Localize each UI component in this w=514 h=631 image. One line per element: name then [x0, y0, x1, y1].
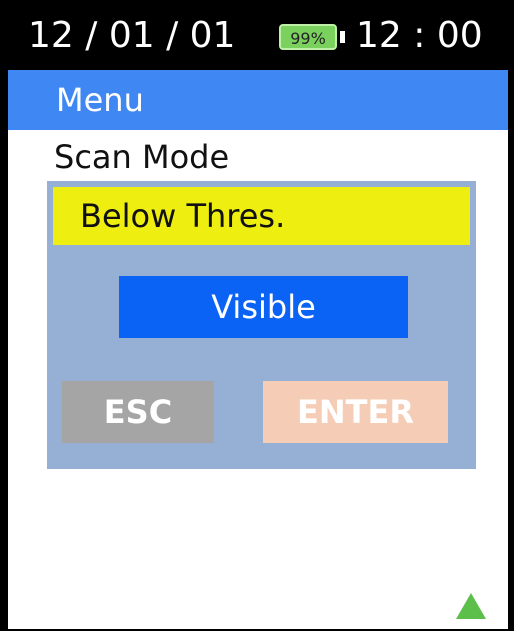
esc-button[interactable]: ESC	[62, 381, 214, 443]
device-screen: 12 / 01 / 01 99% 12 : 00 Menu Scan Mode …	[0, 0, 514, 631]
time-display: 12 : 00	[356, 15, 483, 56]
value-selector[interactable]: Visible	[119, 276, 408, 338]
menu-header: Menu	[8, 70, 508, 130]
menu-item-scan-mode[interactable]: Scan Mode	[54, 138, 229, 176]
battery-tip	[340, 31, 345, 43]
battery-icon: 99%	[279, 24, 337, 50]
triangle-up-icon[interactable]	[456, 593, 486, 619]
date-display: 12 / 01 / 01	[28, 15, 236, 56]
dialog-title: Below Thres.	[53, 187, 470, 245]
menu-title: Menu	[56, 81, 144, 119]
status-bar: 12 / 01 / 01 99% 12 : 00	[0, 0, 514, 70]
below-threshold-dialog: Below Thres. Visible ESC ENTER	[47, 181, 476, 469]
enter-button[interactable]: ENTER	[263, 381, 448, 443]
